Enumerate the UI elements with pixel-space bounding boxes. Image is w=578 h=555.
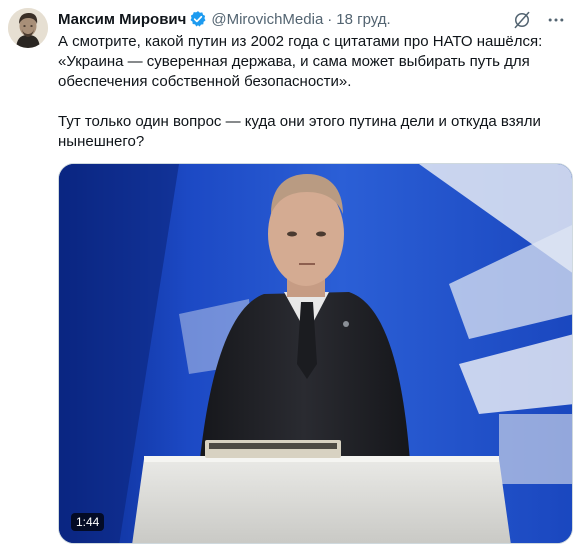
video-player[interactable]: 1:44 bbox=[58, 163, 573, 544]
video-duration: 1:44 bbox=[71, 513, 105, 531]
tweet-text: А смотрите, какой путин из 2002 года с ц… bbox=[58, 32, 566, 152]
tweet-card[interactable]: Максим Мирович @MirovichMedia · 18 груд. bbox=[0, 0, 578, 555]
verified-badge-icon bbox=[189, 10, 207, 28]
more-options-icon[interactable] bbox=[544, 8, 568, 32]
author-name[interactable]: Максим Мирович bbox=[58, 11, 186, 28]
header-separator: · bbox=[327, 10, 333, 28]
tweet-paragraph-1: А смотрите, какой путин из 2002 года с ц… bbox=[58, 33, 543, 90]
author-handle[interactable]: @MirovichMedia bbox=[211, 11, 323, 28]
tweet-header: Максим Мирович @MirovichMedia · 18 груд. bbox=[58, 9, 391, 29]
grok-icon[interactable] bbox=[510, 8, 534, 32]
tweet-paragraph-2: Тут только один вопрос — куда они этого … bbox=[58, 113, 541, 150]
tweet-date[interactable]: 18 груд. bbox=[336, 11, 390, 28]
tweet-actions-top bbox=[500, 8, 568, 32]
video-frame bbox=[59, 164, 572, 543]
avatar[interactable] bbox=[8, 8, 48, 48]
